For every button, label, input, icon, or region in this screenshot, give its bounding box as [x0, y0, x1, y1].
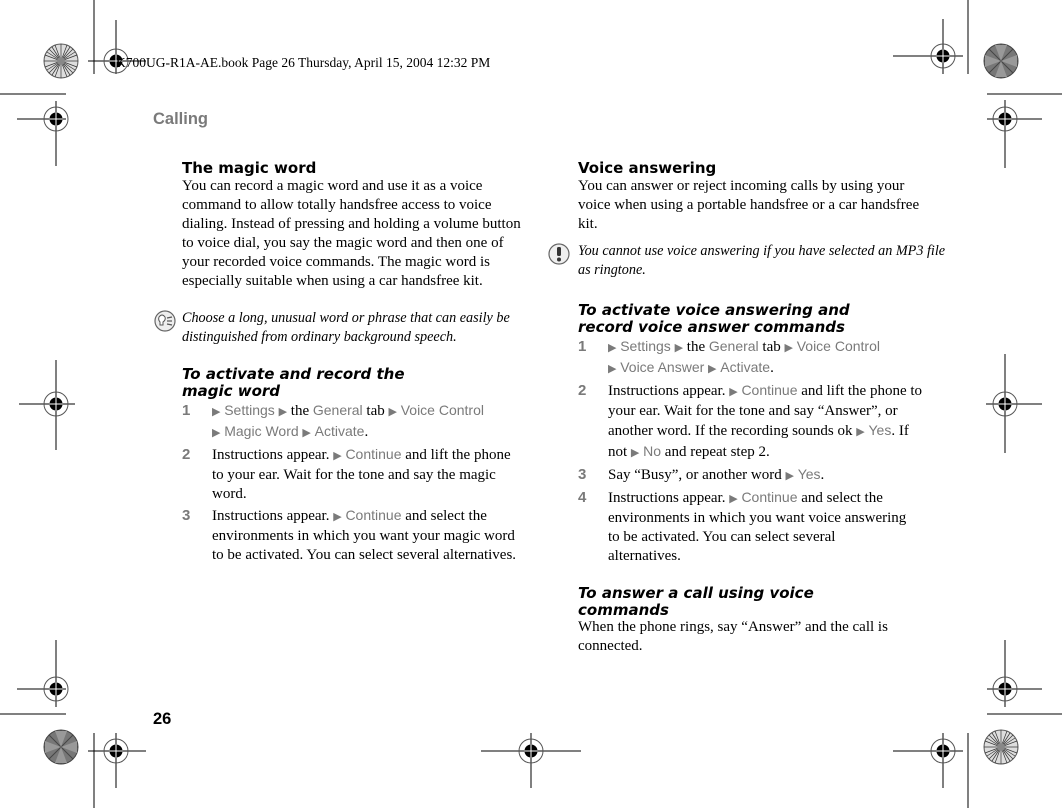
arrow-icon: ▶ — [708, 363, 717, 375]
arrow-icon: ▶ — [630, 447, 640, 459]
step-number: 1 — [182, 402, 191, 419]
arrow-icon: ▶ — [784, 342, 793, 354]
menu-continue[interactable]: Continue — [741, 489, 797, 505]
heading-activate-voice-answering: To activate voice answering and record v… — [578, 301, 850, 336]
right-step-2: 2 Instructions appear. ▶ Continue and li… — [578, 382, 923, 460]
arrow-icon: ▶ — [333, 450, 342, 462]
menu-general[interactable]: General — [709, 338, 759, 354]
step-number: 4 — [578, 489, 587, 506]
menu-voice-answer[interactable]: Voice Answer — [620, 359, 704, 375]
menu-settings[interactable]: Settings — [620, 338, 671, 354]
exclamation-icon — [548, 243, 570, 265]
answer-call-text: When the phone rings, say “Answer” and t… — [578, 619, 888, 654]
left-column: The magic word You can record a magic wo… — [154, 159, 527, 565]
menu-continue[interactable]: Continue — [345, 446, 401, 462]
arrow-icon: ▶ — [333, 511, 342, 523]
tip-text: Choose a long, unusual word or phrase th… — [182, 310, 510, 345]
arrow-icon: ▶ — [785, 470, 794, 482]
menu-yes[interactable]: Yes — [798, 466, 821, 482]
heading-magic-word: The magic word — [182, 159, 317, 177]
menu-activate[interactable]: Activate — [720, 359, 770, 375]
menu-yes[interactable]: Yes — [869, 422, 892, 438]
right-step-1: 1 ▶ Settings ▶ the General tab ▶ Voice C… — [578, 338, 880, 376]
menu-voice-control[interactable]: Voice Control — [797, 338, 880, 354]
arrow-icon: ▶ — [674, 342, 684, 354]
arrow-icon: ▶ — [608, 363, 617, 375]
file-info: K700UG-R1A-AE.book Page 26 Thursday, Apr… — [116, 55, 491, 70]
heading-answer-call: To answer a call using voice commands — [578, 584, 814, 619]
arrow-icon: ▶ — [729, 386, 738, 398]
menu-general[interactable]: General — [313, 402, 363, 418]
tip-lightbulb-icon — [154, 310, 176, 332]
right-column: Voice answering You can answer or reject… — [548, 159, 945, 656]
arrow-icon: ▶ — [212, 406, 221, 418]
arrow-icon: ▶ — [856, 426, 865, 438]
left-step-3: 3 Instructions appear. ▶ Continue and se… — [182, 507, 517, 563]
menu-activate[interactable]: Activate — [315, 423, 365, 439]
warning-note: You cannot use voice answering if you ha… — [548, 242, 948, 280]
arrow-icon: ▶ — [278, 406, 288, 418]
left-step-1: 1 ▶ Settings ▶ the General tab ▶ Voice C… — [182, 402, 484, 440]
arrow-icon: ▶ — [608, 342, 617, 354]
menu-magic-word[interactable]: Magic Word — [224, 423, 298, 439]
tip-note: Choose a long, unusual word or phrase th… — [154, 309, 552, 347]
step-number: 3 — [578, 466, 587, 483]
page-number: 26 — [153, 710, 172, 728]
magic-word-paragraph: You can record a magic word and use it a… — [182, 178, 521, 289]
menu-voice-control[interactable]: Voice Control — [401, 402, 484, 418]
menu-continue[interactable]: Continue — [741, 382, 797, 398]
left-step-2: 2 Instructions appear. ▶ Continue and li… — [182, 446, 511, 502]
arrow-icon: ▶ — [212, 427, 221, 439]
voice-answering-paragraph: You can answer or reject incoming calls … — [578, 178, 920, 232]
menu-continue[interactable]: Continue — [345, 507, 401, 523]
step-number: 3 — [182, 507, 191, 524]
arrow-icon: ▶ — [388, 406, 397, 418]
heading-activate-magic-word: To activate and record the magic word — [182, 365, 405, 400]
right-step-3: 3 Say “Busy”, or another word ▶ Yes. — [578, 466, 825, 483]
menu-no[interactable]: No — [643, 443, 661, 459]
step-number: 2 — [578, 382, 587, 399]
step-number: 2 — [182, 446, 191, 463]
right-step-4: 4 Instructions appear. ▶ Continue and se… — [578, 489, 907, 564]
arrow-icon: ▶ — [302, 427, 311, 439]
heading-voice-answering: Voice answering — [578, 159, 717, 177]
warning-text: You cannot use voice answering if you ha… — [578, 243, 946, 278]
section-title: Calling — [153, 110, 209, 128]
arrow-icon: ▶ — [729, 493, 738, 505]
menu-settings[interactable]: Settings — [224, 402, 275, 418]
step-number: 1 — [578, 338, 587, 355]
